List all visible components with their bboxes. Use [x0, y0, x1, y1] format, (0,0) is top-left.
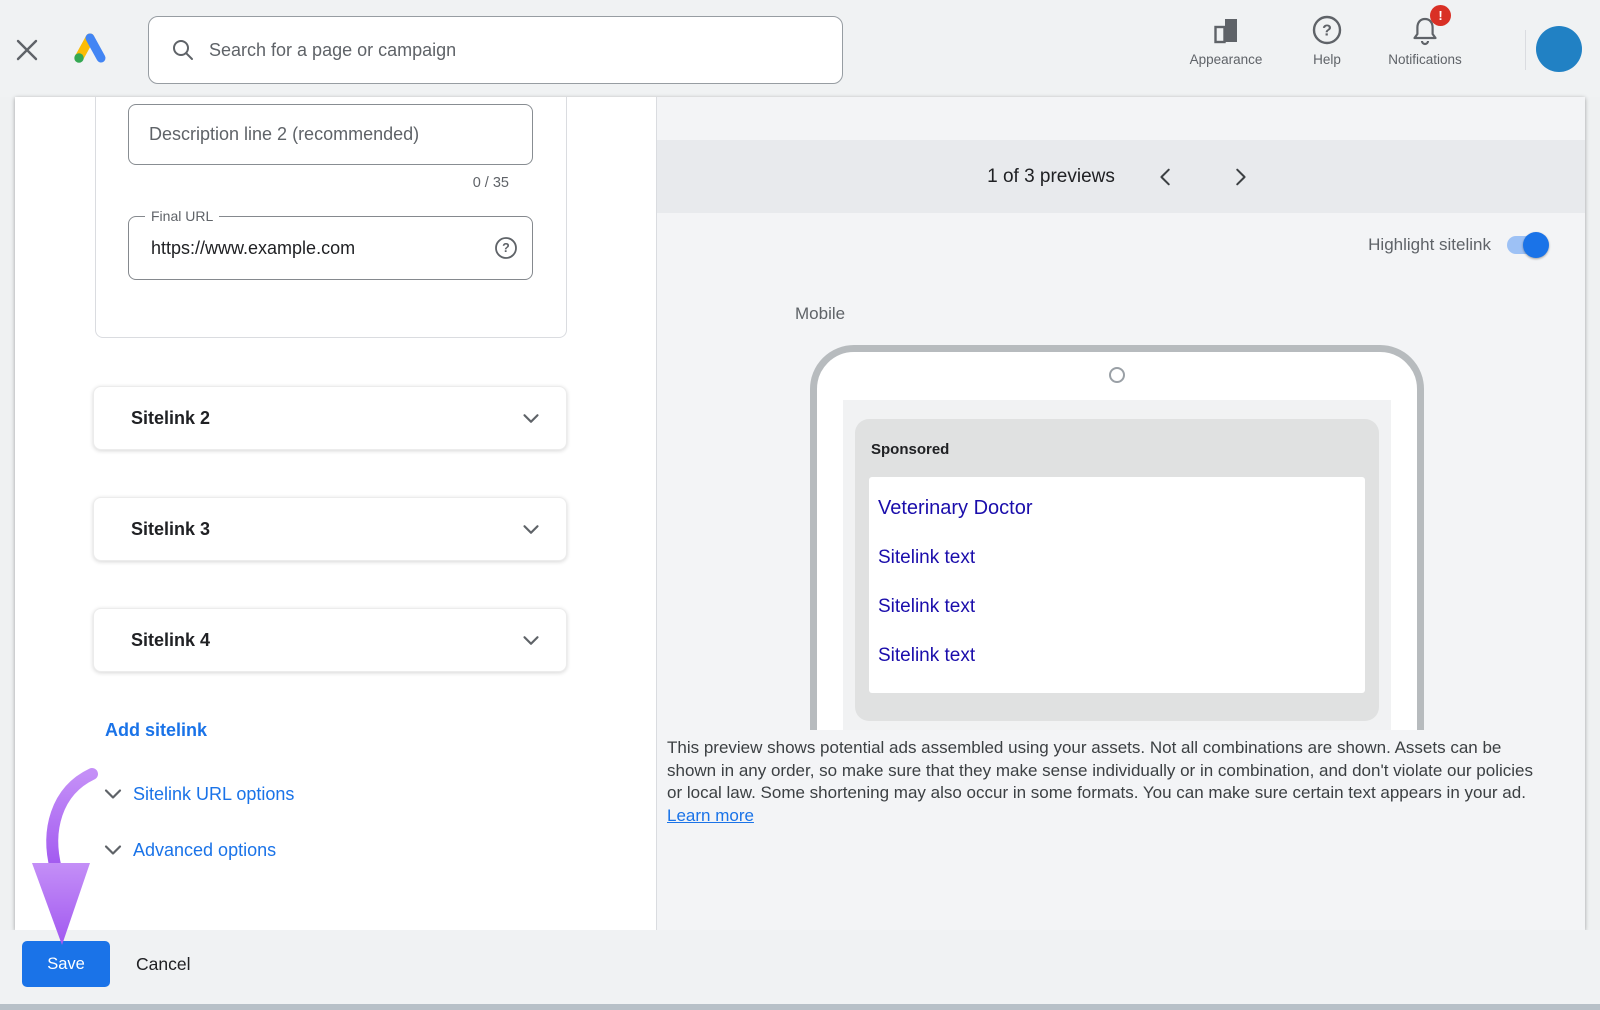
chevron-down-icon — [101, 782, 125, 806]
help-button[interactable]: ? Help — [1272, 12, 1382, 67]
previous-preview-button[interactable] — [1151, 162, 1181, 192]
phone-screen: Sponsored Veterinary Doctor Sitelink tex… — [843, 400, 1391, 730]
sitelink-2-label: Sitelink 2 — [131, 408, 518, 429]
sitelink-url-options-label: Sitelink URL options — [133, 784, 294, 805]
notifications-label: Notifications — [1388, 52, 1462, 67]
sitelink-editor-panel: 0 / 35 Final URL ? Sitelink 2 Sitelink 3 — [15, 97, 657, 930]
sitelink-url-options-toggle[interactable]: Sitelink URL options — [101, 782, 294, 806]
preview-pager-bar: 1 of 3 previews — [657, 140, 1585, 213]
preview-pager-text: 1 of 3 previews — [987, 166, 1115, 188]
search-icon — [171, 38, 195, 62]
search-box — [148, 16, 843, 84]
preview-disclaimer: This preview shows potential ads assembl… — [667, 737, 1547, 827]
final-url-field-wrap: Final URL ? — [128, 216, 533, 280]
bell-icon: ! — [1408, 12, 1442, 48]
google-ads-logo-icon — [70, 30, 110, 70]
avatar[interactable] — [1536, 26, 1582, 72]
toggle-knob — [1523, 232, 1549, 258]
ad-sitelink-link[interactable]: Sitelink text — [878, 596, 1355, 618]
highlight-sitelink-row: Highlight sitelink — [1368, 235, 1545, 255]
svg-text:?: ? — [502, 241, 510, 255]
cancel-button[interactable]: Cancel — [132, 941, 194, 987]
chevron-down-icon — [518, 405, 544, 431]
phone-camera-icon — [1109, 367, 1125, 383]
appearance-button[interactable]: Appearance — [1171, 12, 1281, 67]
sitelink-1-card: 0 / 35 Final URL ? — [95, 97, 567, 338]
advanced-options-toggle[interactable]: Advanced options — [101, 838, 276, 862]
description-line-2-field[interactable] — [128, 104, 533, 165]
sitelink-3-accordion[interactable]: Sitelink 3 — [93, 497, 567, 561]
chevron-down-icon — [101, 838, 125, 862]
save-button[interactable]: Save — [22, 941, 110, 987]
sitelink-2-accordion[interactable]: Sitelink 2 — [93, 386, 567, 450]
chevron-left-icon — [1155, 166, 1177, 188]
advanced-options-label: Advanced options — [133, 840, 276, 861]
notifications-button[interactable]: ! Notifications — [1370, 12, 1480, 67]
highlight-sitelink-toggle[interactable] — [1507, 236, 1545, 254]
next-preview-button[interactable] — [1225, 162, 1255, 192]
final-url-field[interactable] — [129, 217, 532, 279]
sponsored-label: Sponsored — [871, 441, 949, 458]
search-input[interactable] — [209, 40, 842, 61]
ad-sitelink-link[interactable]: Sitelink text — [878, 547, 1355, 569]
close-icon[interactable] — [12, 36, 42, 66]
ad-sitelink-link[interactable]: Sitelink text — [878, 645, 1355, 667]
phone-preview: Sponsored Veterinary Doctor Sitelink tex… — [810, 345, 1424, 730]
chevron-right-icon — [1229, 166, 1251, 188]
svg-text:?: ? — [1322, 23, 1332, 40]
disclaimer-text: This preview shows potential ads assembl… — [667, 738, 1533, 802]
notification-badge: ! — [1430, 5, 1451, 26]
ad-headline-link[interactable]: Veterinary Doctor — [878, 497, 1355, 520]
action-footer: Save Cancel — [0, 930, 1600, 1004]
sitelink-4-label: Sitelink 4 — [131, 630, 518, 651]
phone-frame: Sponsored Veterinary Doctor Sitelink tex… — [810, 345, 1424, 730]
chevron-down-icon — [518, 627, 544, 653]
sitelink-3-label: Sitelink 3 — [131, 519, 518, 540]
window-bottom-edge — [0, 1004, 1600, 1010]
device-label: Mobile — [795, 304, 845, 324]
appearance-icon — [1210, 12, 1242, 48]
ad-preview-card: Sponsored Veterinary Doctor Sitelink tex… — [855, 419, 1379, 721]
learn-more-link[interactable]: Learn more — [667, 806, 754, 825]
ad-content-card: Veterinary Doctor Sitelink text Sitelink… — [869, 477, 1365, 693]
appearance-label: Appearance — [1190, 52, 1263, 67]
sitelink-4-accordion[interactable]: Sitelink 4 — [93, 608, 567, 672]
highlight-sitelink-label: Highlight sitelink — [1368, 235, 1491, 255]
description-char-counter: 0 / 35 — [473, 175, 509, 191]
edit-sitelinks-sheet: 0 / 35 Final URL ? Sitelink 2 Sitelink 3 — [15, 97, 1585, 930]
final-url-help-icon[interactable]: ? — [494, 236, 518, 260]
add-sitelink-link[interactable]: Add sitelink — [105, 720, 207, 741]
help-label: Help — [1313, 52, 1341, 67]
top-bar: Appearance ? Help ! Notifications — [0, 0, 1600, 97]
ad-preview-panel: 1 of 3 previews Highlight sitelink Mobil… — [657, 97, 1585, 930]
help-icon: ? — [1311, 12, 1343, 48]
topbar-divider — [1525, 30, 1526, 70]
chevron-down-icon — [518, 516, 544, 542]
